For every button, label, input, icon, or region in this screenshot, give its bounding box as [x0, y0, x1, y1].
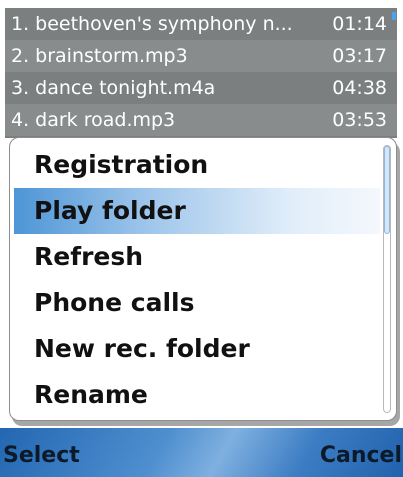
- options-menu: Registration Play folder Refresh Phone c…: [9, 137, 397, 421]
- track-row[interactable]: 2. brainstorm.mp3 03:17: [5, 40, 397, 72]
- track-duration: 03:53: [332, 109, 387, 131]
- track-title: 3. dance tonight.m4a: [11, 77, 216, 99]
- menu-item-refresh[interactable]: Refresh: [14, 234, 380, 280]
- track-row[interactable]: 4. dark road.mp3 03:53: [5, 104, 397, 136]
- track-row[interactable]: 3. dance tonight.m4a 04:38: [5, 72, 397, 104]
- menu-scrollbar[interactable]: [383, 145, 391, 413]
- menu-item-phone-calls[interactable]: Phone calls: [14, 280, 380, 326]
- cancel-softkey[interactable]: Cancel: [320, 428, 402, 477]
- track-row[interactable]: 1. beethoven's symphony n... 01:14: [5, 8, 397, 40]
- track-list: 1. beethoven's symphony n... 01:14 2. br…: [5, 8, 397, 138]
- track-duration: 03:17: [332, 45, 387, 67]
- list-scroll-indicator: [392, 12, 396, 20]
- menu-item-registration[interactable]: Registration: [14, 142, 380, 188]
- menu-item-rename[interactable]: Rename: [14, 372, 380, 418]
- menu-item-play-folder[interactable]: Play folder: [14, 188, 380, 234]
- select-softkey[interactable]: Select: [3, 428, 80, 477]
- menu-scrollbar-thumb[interactable]: [384, 146, 390, 234]
- track-title: 4. dark road.mp3: [11, 109, 176, 131]
- track-title: 2. brainstorm.mp3: [11, 45, 188, 67]
- track-duration: 01:14: [332, 13, 387, 35]
- menu-item-new-rec-folder[interactable]: New rec. folder: [14, 326, 380, 372]
- track-title: 1. beethoven's symphony n...: [11, 13, 293, 35]
- track-duration: 04:38: [332, 77, 387, 99]
- softkey-bar: Select Cancel: [0, 428, 403, 477]
